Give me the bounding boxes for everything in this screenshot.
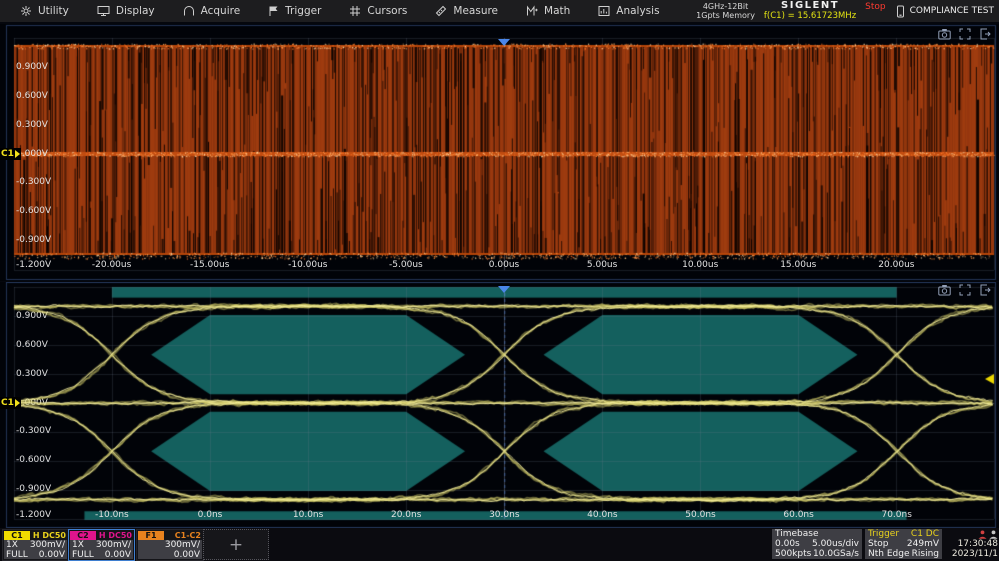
scale-label: 300mV/	[165, 540, 200, 550]
date-label: 2023/11/1	[944, 549, 998, 559]
channel-marker-c1[interactable]: C1	[0, 397, 21, 409]
menu-item-measure[interactable]: Measure	[421, 0, 512, 22]
right-arrow-icon	[15, 399, 20, 407]
menu-item-analysis[interactable]: Analysis	[584, 0, 673, 22]
export-icon[interactable]	[979, 284, 991, 296]
trigger-box[interactable]: Trigger C1 DC Stop 249mV Nth Edge Rising	[865, 529, 942, 559]
channel-box-c2[interactable]: C2 H DC50 1X 300mV/ FULL 0.00V	[68, 529, 135, 561]
analysis-chart-icon	[598, 5, 610, 17]
menu-item-utility[interactable]: Utility	[6, 0, 83, 22]
menu-item-math[interactable]: Math	[512, 0, 584, 22]
menu-bar: Utility Display Acquire Trigger Cursors Measu…	[0, 0, 999, 22]
timebase-points: 500kpts	[775, 549, 811, 559]
channel-marker-label: C1	[1, 149, 14, 159]
coupling-label: H DC50	[33, 531, 66, 540]
menu-item-display[interactable]: Display	[83, 0, 169, 22]
offset-label: 0.00V	[39, 550, 65, 560]
attenuation-label: 1X	[6, 540, 18, 550]
timebase-delay: 0.00s	[775, 539, 800, 549]
menu-item-cursors[interactable]: Cursors	[335, 0, 421, 22]
monitor-icon	[97, 5, 110, 17]
eye-diagram-canvas[interactable]	[0, 282, 999, 528]
brand-block: SIGLENT f(C1) = 15.61723MHz	[764, 1, 856, 21]
compliance-test-label: COMPLIANCE TEST	[910, 6, 994, 16]
export-icon[interactable]	[979, 28, 991, 40]
waveform-grid-panel[interactable]: 0.900V0.600V0.300V0.000V-0.300V-0.600V-0…	[0, 24, 999, 281]
channel-badge: C2	[70, 531, 96, 540]
menu-item-label: Cursors	[367, 5, 407, 17]
time-label: 17:30:48	[944, 539, 998, 549]
camera-icon[interactable]	[938, 284, 951, 296]
math-icon	[526, 5, 538, 17]
menu-item-label: Trigger	[285, 5, 321, 17]
timebase-box[interactable]: Timebase 0.00s 5.00us/div 500kpts 10.0GS…	[772, 529, 862, 559]
menu-item-label: Analysis	[616, 5, 659, 17]
attenuation-label: 1X	[72, 540, 84, 550]
bandwidth-limit-label: FULL	[6, 550, 28, 560]
status-bar: C1 H DC50 1X 300mV/ FULL 0.00V C2 H DC50…	[0, 528, 999, 561]
offset-label: 0.00V	[174, 550, 200, 560]
menu-item-label: Measure	[453, 5, 498, 17]
clipboard-icon	[895, 5, 906, 18]
cursors-icon	[349, 5, 361, 17]
gear-icon	[20, 5, 32, 17]
channel-badge: C1	[4, 531, 30, 540]
timebase-scale: 5.00us/div	[812, 539, 859, 549]
menu-item-label: Math	[544, 5, 570, 17]
menu-item-label: Acquire	[201, 5, 241, 17]
trigger-source: C1 DC	[911, 529, 939, 539]
flag-icon	[268, 5, 279, 17]
channel-box-c1[interactable]: C1 H DC50 1X 300mV/ FULL 0.00V	[2, 529, 69, 561]
menu-item-acquire[interactable]: Acquire	[169, 0, 255, 22]
bandwidth-limit-label: FULL	[72, 550, 94, 560]
plus-icon: +	[229, 535, 243, 555]
channel-marker-label: C1	[1, 398, 14, 408]
eye-diagram-panel[interactable]: 0.900V0.600V0.300V0.000V-0.300V-0.600V-0…	[0, 282, 999, 528]
math-source-label: C1-C2	[175, 531, 201, 540]
menu-item-label: Utility	[38, 5, 69, 17]
right-arrow-icon	[15, 150, 20, 158]
acquisition-status: Stop	[865, 2, 885, 12]
menu-items: Utility Display Acquire Trigger Cursors Measu…	[0, 0, 674, 22]
brand-logo: SIGLENT	[764, 1, 856, 11]
fullscreen-icon[interactable]	[959, 28, 971, 40]
channel-badge: F1	[138, 531, 164, 540]
menu-right-status: 4GHz-12Bit 1Gpts Memory SIGLENT f(C1) = …	[696, 0, 997, 22]
memory-label: 1Gpts Memory	[696, 11, 755, 20]
scale-label: 300mV/	[96, 540, 131, 550]
timebase-title: Timebase	[775, 529, 818, 539]
coupling-label: H DC50	[99, 531, 132, 540]
trigger-type: Nth Edge	[868, 549, 909, 559]
bandwidth-label: 4GHz-12Bit	[696, 2, 755, 11]
menu-item-trigger[interactable]: Trigger	[254, 0, 335, 22]
menu-item-label: Display	[116, 5, 155, 17]
trigger-title: Trigger	[868, 529, 899, 539]
scale-label: 300mV/	[30, 540, 65, 550]
grid-corner-toolbar	[938, 284, 991, 296]
trigger-level: 249mV	[907, 539, 939, 549]
hardware-info: 4GHz-12Bit 1Gpts Memory	[696, 2, 755, 20]
user-icon-red	[978, 530, 987, 539]
offset-label: 0.00V	[105, 550, 131, 560]
acquire-wave-icon	[183, 5, 195, 17]
add-channel-button[interactable]: +	[203, 529, 269, 560]
compliance-test-button[interactable]: COMPLIANCE TEST	[895, 5, 997, 18]
sample-rate: 10.0GSa/s	[813, 549, 859, 559]
trigger-position-marker[interactable]	[498, 286, 510, 293]
oscilloscope-screen: Utility Display Acquire Trigger Cursors Measu…	[0, 0, 999, 561]
trigger-status: Stop	[868, 539, 888, 549]
trigger-position-marker[interactable]	[498, 39, 510, 46]
grid-corner-toolbar	[938, 28, 991, 40]
frequency-readout: f(C1) = 15.61723MHz	[764, 11, 856, 21]
fullscreen-icon[interactable]	[959, 284, 971, 296]
channel-marker-c1[interactable]: C1	[0, 148, 21, 160]
waveform-canvas[interactable]	[0, 24, 999, 281]
ruler-icon	[435, 5, 447, 17]
clock-box[interactable]: 17:30:48 2023/11/1	[944, 529, 998, 560]
channel-box-f1[interactable]: F1 C1-C2 300mV/ 0.00V	[136, 529, 204, 561]
trigger-slope: Rising	[912, 549, 939, 559]
camera-icon[interactable]	[938, 28, 951, 40]
user-icon-gray	[989, 530, 998, 539]
